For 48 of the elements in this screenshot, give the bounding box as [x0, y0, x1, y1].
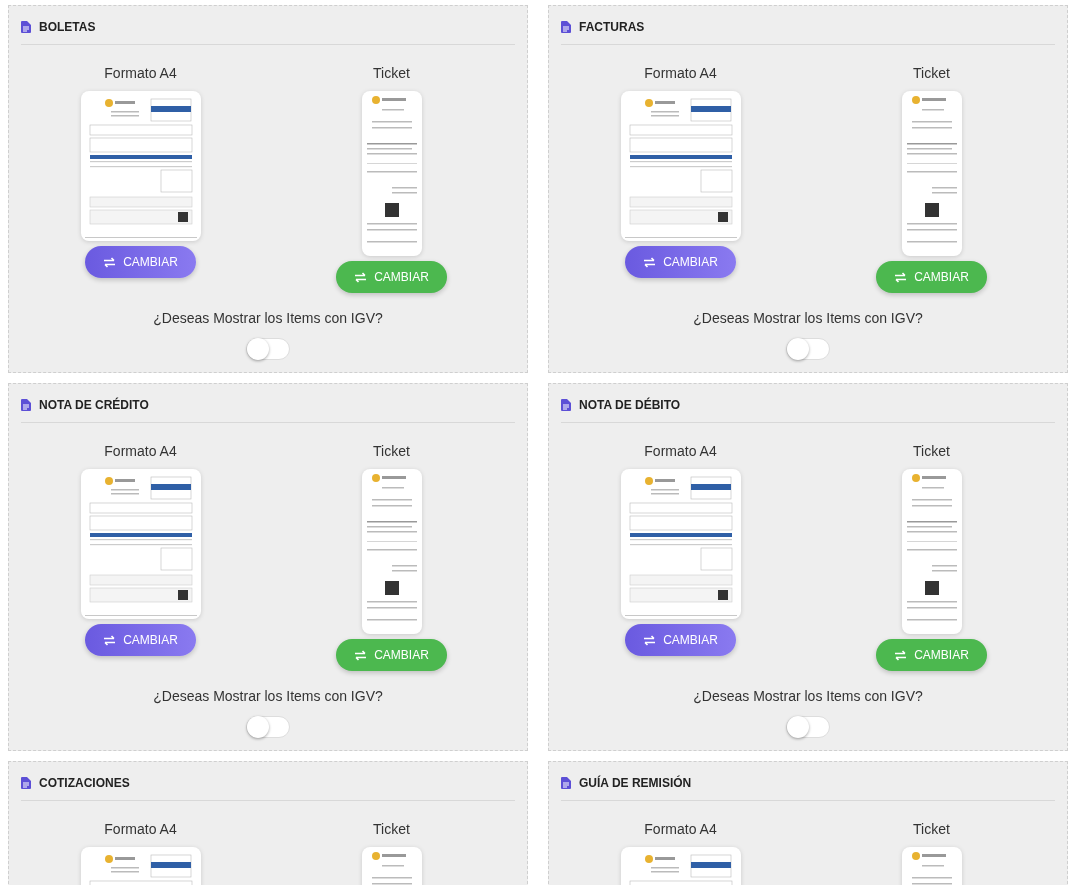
- section-title: NOTA DE DÉBITO: [579, 398, 681, 412]
- change-button[interactable]: CAMBIAR: [625, 246, 736, 278]
- swap-arrows-icon: [354, 271, 368, 283]
- question-text: ¿Deseas Mostrar los Items con IGV?: [153, 688, 383, 704]
- swap-arrows-icon: [643, 634, 657, 646]
- format-label: Formato A4: [644, 443, 717, 459]
- document-icon: [561, 777, 571, 789]
- change-button[interactable]: CAMBIAR: [85, 246, 196, 278]
- section-title: FACTURAS: [579, 20, 645, 34]
- section-title: BOLETAS: [39, 20, 96, 34]
- toggle-switch[interactable]: [246, 338, 290, 360]
- format-label: Formato A4: [104, 443, 177, 459]
- change-button[interactable]: CAMBIAR: [85, 624, 196, 656]
- section-title: NOTA DE CRÉDITO: [39, 398, 149, 412]
- document-icon: [21, 399, 31, 411]
- swap-arrows-icon: [103, 256, 117, 268]
- section-title: COTIZACIONES: [39, 776, 130, 790]
- change-button[interactable]: CAMBIAR: [336, 639, 447, 671]
- document-icon: [561, 21, 571, 33]
- change-button[interactable]: CAMBIAR: [876, 261, 987, 293]
- change-button[interactable]: CAMBIAR: [625, 624, 736, 656]
- toggle-switch[interactable]: [786, 716, 830, 738]
- document-icon: [561, 399, 571, 411]
- swap-arrows-icon: [103, 634, 117, 646]
- format-label: Formato A4: [644, 65, 717, 81]
- change-button[interactable]: CAMBIAR: [876, 639, 987, 671]
- format-label: Ticket: [913, 65, 950, 81]
- format-label: Formato A4: [104, 821, 177, 837]
- toggle-switch[interactable]: [246, 716, 290, 738]
- section-title: GUÍA DE REMISIÓN: [579, 776, 692, 790]
- question-text: ¿Deseas Mostrar los Items con IGV?: [693, 688, 923, 704]
- swap-arrows-icon: [354, 649, 368, 661]
- document-icon: [21, 777, 31, 789]
- swap-arrows-icon: [894, 649, 908, 661]
- format-label: Ticket: [913, 821, 950, 837]
- format-label: Ticket: [373, 821, 410, 837]
- swap-arrows-icon: [643, 256, 657, 268]
- toggle-switch[interactable]: [786, 338, 830, 360]
- swap-arrows-icon: [894, 271, 908, 283]
- format-label: Ticket: [913, 443, 950, 459]
- question-text: ¿Deseas Mostrar los Items con IGV?: [153, 310, 383, 326]
- question-text: ¿Deseas Mostrar los Items con IGV?: [693, 310, 923, 326]
- format-label: Ticket: [373, 65, 410, 81]
- document-icon: [21, 21, 31, 33]
- change-button[interactable]: CAMBIAR: [336, 261, 447, 293]
- format-label: Formato A4: [644, 821, 717, 837]
- format-label: Formato A4: [104, 65, 177, 81]
- format-label: Ticket: [373, 443, 410, 459]
